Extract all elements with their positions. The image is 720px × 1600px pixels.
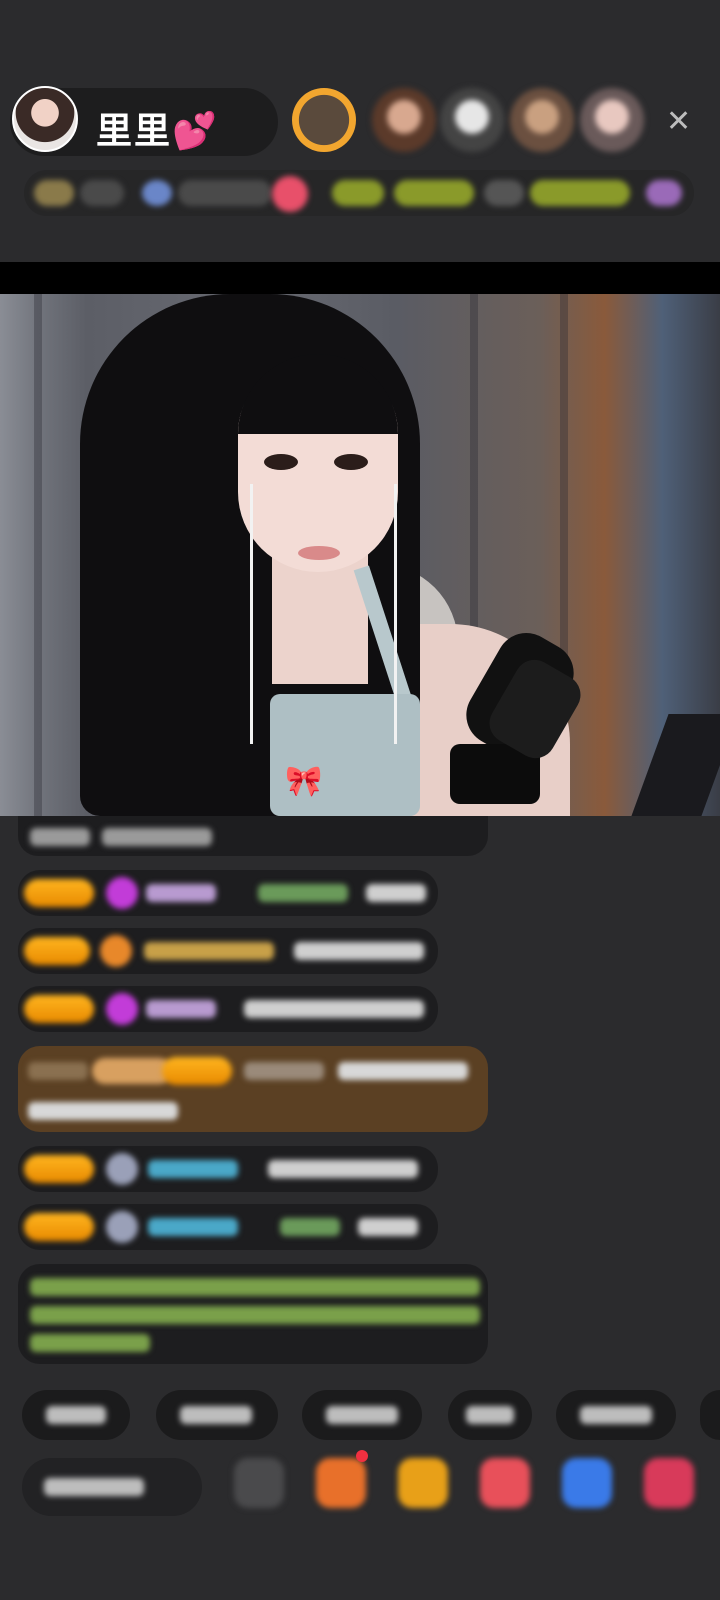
- chat-text: [28, 1062, 88, 1080]
- level-icon: [34, 180, 74, 206]
- left-eye: [264, 454, 298, 470]
- fan-badge: [162, 1057, 232, 1085]
- live-stream-screen: { "host": { "name": "里里💕", "avatar_icon"…: [0, 0, 720, 1600]
- chat-message: [18, 1146, 438, 1192]
- host-avatar[interactable]: [12, 86, 78, 152]
- username: [244, 1062, 324, 1080]
- heart-icon[interactable]: [272, 176, 308, 212]
- diamond-icon: [106, 877, 138, 909]
- monitor-edge: [631, 714, 720, 816]
- chat-message: [18, 986, 438, 1032]
- rank-chip[interactable]: [178, 180, 272, 206]
- top-fan-avatar-3[interactable]: [440, 88, 504, 152]
- bow-icon: 🎀: [285, 764, 323, 799]
- level-badge: [92, 1058, 172, 1084]
- notice-text: [30, 1306, 480, 1324]
- fan-badge: [24, 937, 90, 965]
- username: [148, 1218, 238, 1236]
- pink-gift-icon[interactable]: [480, 1458, 530, 1508]
- top-fan-avatar-5[interactable]: [580, 88, 644, 152]
- rank-icon: [142, 180, 172, 206]
- level-icon: [100, 935, 132, 967]
- chat-message: [18, 816, 488, 856]
- diamond-icon: [106, 993, 138, 1025]
- more-icon[interactable]: [234, 1458, 284, 1508]
- chat-message: [18, 928, 438, 974]
- earphone-cable: [394, 484, 397, 744]
- top-fan-avatar-4[interactable]: [510, 88, 574, 152]
- system-notice: [18, 1264, 488, 1364]
- top-fan-avatar-1[interactable]: [292, 88, 356, 152]
- quick-reply-1[interactable]: [22, 1390, 130, 1440]
- chat-text: [366, 884, 426, 902]
- fan-badge: [24, 879, 94, 907]
- notification-dot: [356, 1450, 368, 1462]
- notice-text: [30, 1334, 150, 1352]
- right-eye: [334, 454, 368, 470]
- close-icon[interactable]: ✕: [666, 104, 691, 139]
- username: [258, 884, 348, 902]
- blue-gift-icon[interactable]: [562, 1458, 612, 1508]
- shop-icon[interactable]: [644, 1458, 694, 1508]
- username: [146, 884, 216, 902]
- chat-text: [268, 1160, 418, 1178]
- info-chip: [80, 180, 124, 206]
- notice-text: [30, 1278, 480, 1296]
- chat-text: [358, 1218, 418, 1236]
- chat-message: [18, 1204, 438, 1250]
- mouth: [298, 546, 340, 560]
- quick-reply-4[interactable]: [448, 1390, 532, 1440]
- quick-reply-more[interactable]: [700, 1390, 720, 1440]
- quick-reply-5[interactable]: [556, 1390, 676, 1440]
- username: [148, 1160, 238, 1178]
- tag-chip-3: [484, 180, 524, 206]
- chat-text: [28, 1102, 178, 1120]
- chat-message: [18, 870, 438, 916]
- username: [146, 1000, 216, 1018]
- comment-input[interactable]: [22, 1458, 202, 1516]
- quick-reply-3[interactable]: [302, 1390, 422, 1440]
- chat-text: [338, 1062, 468, 1080]
- chat-text: [30, 828, 90, 846]
- avatar-icon: [106, 1211, 138, 1243]
- live-video[interactable]: 🎀: [0, 294, 720, 816]
- video-top-bar: [0, 262, 720, 294]
- chat-text: [244, 1000, 424, 1018]
- fan-badge: [24, 1155, 94, 1183]
- avatar-icon: [106, 1153, 138, 1185]
- fan-badge: [24, 995, 94, 1023]
- tag-chip-4: [530, 180, 630, 206]
- quick-reply-2[interactable]: [156, 1390, 278, 1440]
- host-name: 里里💕: [96, 111, 219, 152]
- top-fan-avatar-2[interactable]: [372, 88, 436, 152]
- badge-icon[interactable]: [646, 180, 682, 206]
- username: [280, 1218, 340, 1236]
- gift-box-icon[interactable]: [316, 1458, 366, 1508]
- highlight-message: [18, 1046, 488, 1132]
- earphone-cable: [250, 484, 253, 744]
- chat-text: [294, 942, 424, 960]
- curtain-fold: [34, 294, 42, 816]
- tag-chip-2: [394, 180, 474, 206]
- fan-badge: [24, 1213, 94, 1241]
- red-packet-icon[interactable]: [398, 1458, 448, 1508]
- tag-chip-1: [332, 180, 384, 206]
- chat-text: [102, 828, 212, 846]
- username: [144, 942, 274, 960]
- microphone-icon: [450, 633, 581, 804]
